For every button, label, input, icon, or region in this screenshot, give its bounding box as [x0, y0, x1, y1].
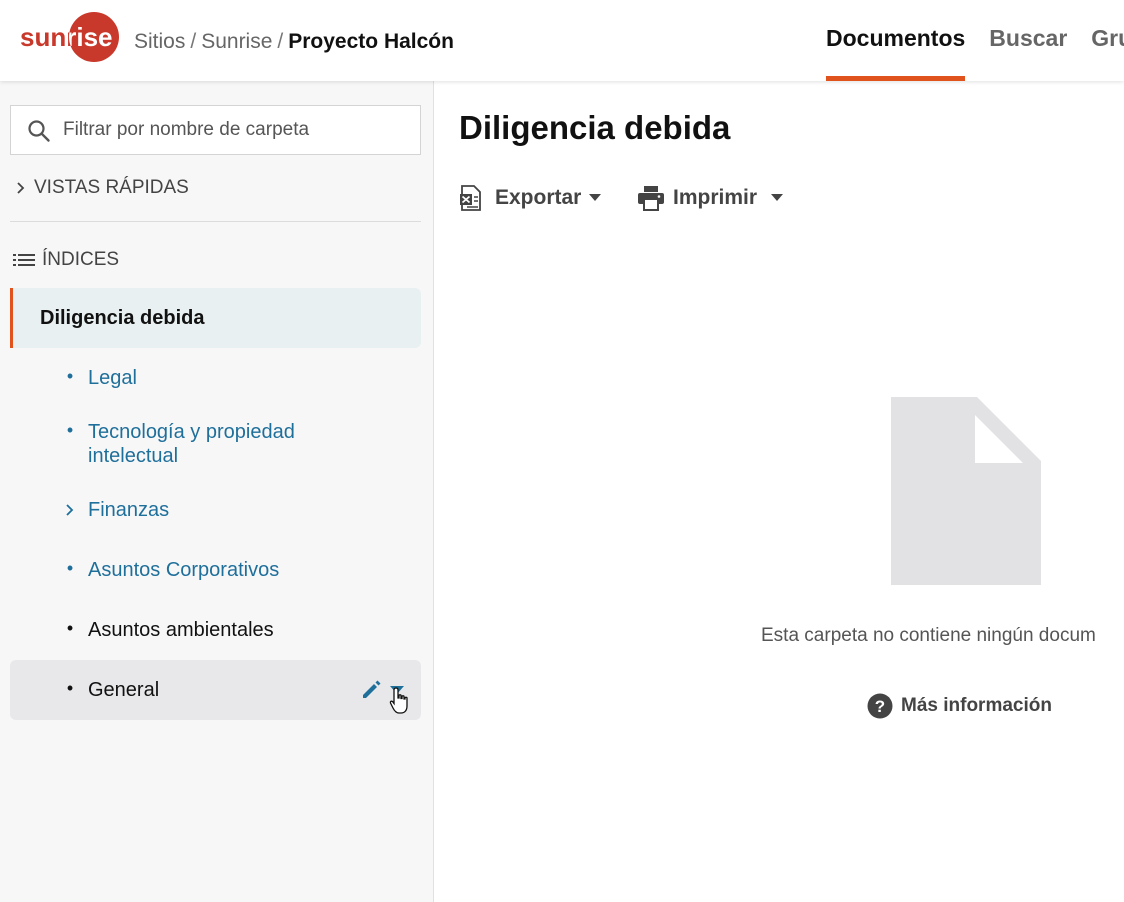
top-bar: sunrise sunrise Sitios / Sunrise / Proyecto …	[0, 0, 1124, 81]
pencil-icon[interactable]	[360, 679, 382, 701]
folder-label: Legal	[88, 367, 137, 389]
folder-general[interactable]: • General	[10, 660, 421, 720]
help-icon: ?	[867, 693, 893, 719]
printer-icon	[638, 186, 664, 211]
folder-finanzas[interactable]: Finanzas	[10, 498, 421, 522]
quick-views-toggle[interactable]: VISTAS RÁPIDAS	[14, 177, 189, 199]
caret-down-icon	[589, 194, 602, 201]
breadcrumb-sitios[interactable]: Sitios	[134, 30, 185, 53]
folder-sidebar: VISTAS RÁPIDAS ÍNDICES Diligencia debida…	[0, 81, 434, 902]
sunrise-logo[interactable]: sunrise sunrise	[18, 12, 122, 62]
breadcrumb-current: Proyecto Halcón	[288, 30, 454, 53]
breadcrumb-sunrise[interactable]: Sunrise	[201, 30, 272, 53]
print-button[interactable]: Imprimir	[637, 183, 784, 213]
index-label: ÍNDICES	[42, 249, 120, 270]
bullet-icon: •	[66, 678, 74, 698]
folder-root-diligencia[interactable]: Diligencia debida	[10, 288, 421, 348]
main-nav: Documentos Buscar Gru	[826, 0, 1124, 81]
folder-label: Asuntos Corporativos	[88, 559, 280, 581]
folder-root-label: Diligencia debida	[40, 307, 205, 329]
bullet-icon: •	[66, 420, 74, 440]
folder-label-line2: intelectual	[88, 445, 179, 467]
caret-down-icon	[771, 194, 784, 201]
bullet-icon: •	[66, 618, 74, 638]
svg-text:?: ?	[875, 697, 885, 716]
folder-tecnologia[interactable]: • Tecnología y propiedad intelectual	[10, 420, 421, 468]
folder-legal[interactable]: • Legal	[10, 366, 421, 390]
folder-label: Asuntos ambientales	[88, 619, 274, 641]
quick-views-label: VISTAS RÁPIDAS	[34, 177, 189, 198]
tab-grupos[interactable]: Gru	[1091, 0, 1124, 81]
empty-document-icon	[891, 397, 1041, 585]
print-label: Imprimir	[673, 186, 758, 209]
index-header: ÍNDICES	[12, 249, 119, 271]
folder-filter-input[interactable]	[63, 116, 413, 144]
folder-filter	[10, 105, 421, 155]
breadcrumb: Sitios / Sunrise / Proyecto Halcón	[134, 30, 454, 53]
tab-documentos[interactable]: Documentos	[826, 0, 966, 81]
more-info-link[interactable]: ? Más información	[867, 693, 1052, 719]
folder-asuntos-corporativos[interactable]: • Asuntos Corporativos	[10, 558, 421, 582]
empty-folder-message: Esta carpeta no contiene ningún docum	[761, 625, 1096, 646]
folder-label: Tecnología y propiedad	[88, 421, 295, 443]
bullet-icon: •	[66, 558, 74, 578]
list-icon	[13, 254, 35, 266]
export-button[interactable]: Exportar	[459, 183, 602, 213]
hand-cursor-icon	[389, 687, 408, 714]
folder-asuntos-ambientales[interactable]: • Asuntos ambientales	[10, 618, 421, 642]
chevron-right-icon[interactable]	[64, 502, 76, 518]
bullet-icon: •	[66, 366, 74, 386]
tab-buscar[interactable]: Buscar	[989, 0, 1067, 81]
folder-label: Finanzas	[88, 499, 170, 521]
folder-label: General	[88, 679, 160, 701]
more-info-label: Más información	[901, 695, 1052, 716]
excel-export-icon	[460, 185, 481, 211]
chevron-right-icon	[17, 182, 25, 194]
sidebar-divider	[10, 221, 421, 222]
search-icon	[28, 120, 50, 142]
page-title: Diligencia debida	[459, 109, 731, 146]
export-label: Exportar	[495, 186, 582, 209]
main-content: Diligencia debida Exportar Imprimir Esta…	[435, 81, 1124, 902]
